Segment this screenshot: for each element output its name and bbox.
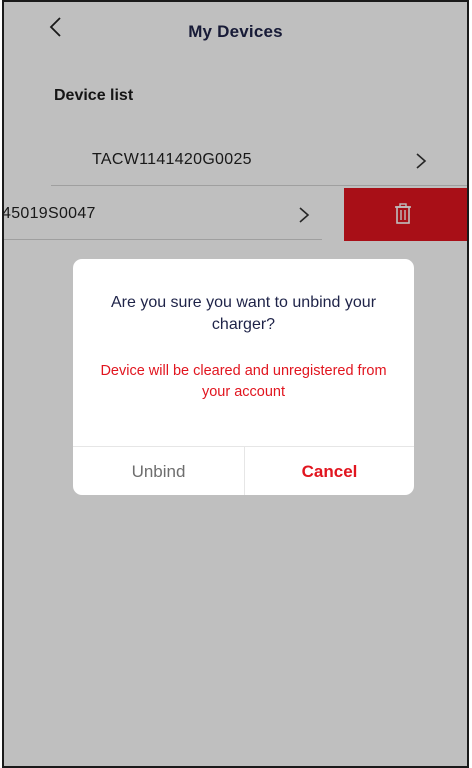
dialog-question: Are you sure you want to unbind your cha… [110, 294, 377, 333]
app-header: My Devices [4, 2, 467, 64]
trash-icon [394, 203, 412, 230]
dialog-warning: Device will be cleared and unregistered … [100, 363, 387, 400]
chevron-right-icon [298, 206, 310, 229]
dialog-button-bar: Unbind Cancel [73, 446, 414, 495]
section-title-device-list: Device list [54, 87, 134, 104]
cancel-button[interactable]: Cancel [245, 447, 414, 495]
device-row-swiped[interactable]: 45019S0047 [4, 189, 322, 240]
device-row[interactable]: TACW1141420G0025 [51, 135, 467, 186]
device-serial: TACW1141420G0025 [92, 151, 252, 168]
chevron-right-icon [415, 152, 427, 175]
device-serial: 45019S0047 [2, 205, 96, 222]
page-title: My Devices [188, 22, 283, 41]
unbind-button[interactable]: Unbind [73, 447, 245, 495]
phone-screen: My Devices Device list TACW1141420G0025 … [2, 0, 469, 768]
delete-device-button[interactable] [344, 188, 467, 241]
unbind-dialog: Are you sure you want to unbind your cha… [73, 259, 414, 495]
